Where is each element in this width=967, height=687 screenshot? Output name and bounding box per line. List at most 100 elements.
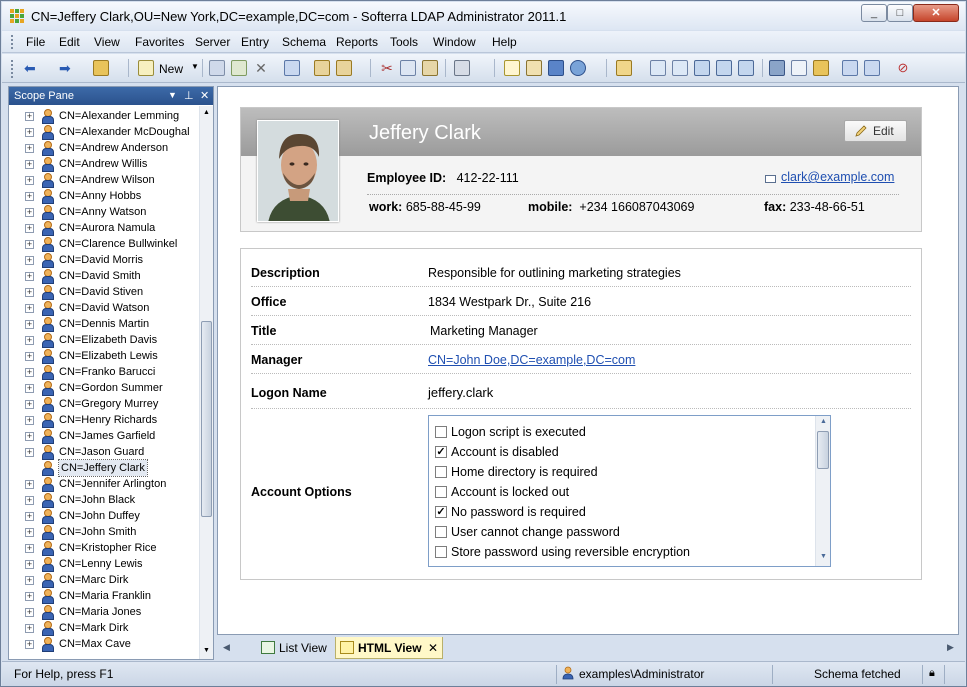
menu-edit[interactable]: Edit [59, 35, 80, 49]
find-icon[interactable] [791, 60, 807, 76]
expand-icon[interactable]: + [25, 288, 34, 297]
menu-favorites[interactable]: Favorites [135, 35, 184, 49]
expand-icon[interactable]: + [25, 624, 34, 633]
expand-icon[interactable]: + [25, 528, 34, 537]
pin-icon[interactable]: ⊥ [184, 89, 194, 102]
expand-icon[interactable]: + [25, 608, 34, 617]
tab-scroll-left-icon[interactable]: ◀ [223, 642, 230, 653]
schema-icon[interactable] [694, 60, 710, 76]
toolbar-grip[interactable] [11, 60, 14, 78]
scroll-thumb[interactable] [201, 321, 212, 517]
tree-item[interactable]: + CN=David Watson [9, 300, 199, 316]
back-icon[interactable]: ⬅ [24, 60, 40, 76]
option-checkbox[interactable] [435, 466, 447, 478]
minimize-button[interactable]: _ [861, 4, 887, 22]
expand-icon[interactable]: + [25, 400, 34, 409]
new-entry-icon[interactable] [504, 60, 520, 76]
tree-item[interactable]: + CN=Lenny Lewis [9, 556, 199, 572]
tree-item[interactable]: + CN=John Black [9, 492, 199, 508]
tree-item[interactable]: CN=Jeffery Clark [9, 459, 199, 477]
tree-item[interactable]: + CN=John Duffey [9, 508, 199, 524]
expand-icon[interactable]: + [25, 352, 34, 361]
manager-link[interactable]: CN=John Doe,DC=example,DC=com [428, 353, 635, 367]
expand-icon[interactable]: + [25, 224, 34, 233]
paste-icon[interactable] [422, 60, 438, 76]
tree-item[interactable]: + CN=Jennifer Arlington [9, 476, 199, 492]
expand-icon[interactable]: + [25, 640, 34, 649]
binoculars-icon[interactable] [769, 60, 785, 76]
compare-icon[interactable] [716, 60, 732, 76]
tab-scroll-right-icon[interactable]: ▶ [947, 642, 954, 653]
tree-item[interactable]: + CN=Henry Richards [9, 412, 199, 428]
tree-item[interactable]: + CN=Kristopher Rice [9, 540, 199, 556]
tree-item[interactable]: + CN=David Stiven [9, 284, 199, 300]
window-cascade-icon[interactable] [842, 60, 858, 76]
scroll-down-icon[interactable]: ▼ [203, 647, 210, 654]
delete-icon[interactable]: ✕ [253, 60, 269, 76]
settings-icon[interactable] [454, 60, 470, 76]
copy-dn-icon[interactable] [284, 60, 300, 76]
tree-item[interactable]: + CN=Gordon Summer [9, 380, 199, 396]
expand-icon[interactable]: + [25, 160, 34, 169]
option-checkbox[interactable]: ✓ [435, 446, 447, 458]
close-button[interactable]: ✕ [913, 4, 959, 22]
menu-tools[interactable]: Tools [390, 35, 418, 49]
tree-item[interactable]: + CN=David Morris [9, 252, 199, 268]
expand-icon[interactable]: + [25, 448, 34, 457]
tree-item[interactable]: + CN=Aurora Namula [9, 220, 199, 236]
expand-icon[interactable]: + [25, 592, 34, 601]
option-checkbox[interactable]: ✓ [435, 506, 447, 518]
scroll-up-icon[interactable]: ▲ [820, 418, 827, 425]
expand-icon[interactable]: + [25, 128, 34, 137]
tree-item[interactable]: + CN=Maria Franklin [9, 588, 199, 604]
tree-item[interactable]: + CN=Andrew Anderson [9, 140, 199, 156]
tree-item[interactable]: + CN=Gregory Murrey [9, 396, 199, 412]
menu-entry[interactable]: Entry [241, 35, 269, 49]
export-icon[interactable] [336, 60, 352, 76]
expand-icon[interactable]: + [25, 544, 34, 553]
expand-icon[interactable]: + [25, 432, 34, 441]
tree-item[interactable]: + CN=Dennis Martin [9, 316, 199, 332]
menu-reports[interactable]: Reports [336, 35, 378, 49]
expand-icon[interactable]: + [25, 240, 34, 249]
tree-item[interactable]: + CN=Anny Hobbs [9, 188, 199, 204]
forward-icon[interactable]: ➡ [59, 60, 75, 76]
account-options-list[interactable]: ▲ ▼ Logon script is executed ✓ Account is … [428, 415, 831, 567]
tree-item[interactable]: + CN=Andrew Wilson [9, 172, 199, 188]
expand-icon[interactable]: + [25, 560, 34, 569]
properties-icon[interactable] [209, 60, 225, 76]
tree-item[interactable]: + CN=Alexander Lemming [9, 108, 199, 124]
up-folder-icon[interactable] [93, 60, 109, 76]
expand-icon[interactable]: + [25, 480, 34, 489]
clear-icon[interactable]: ⊘ [895, 60, 911, 76]
expand-icon[interactable]: + [25, 112, 34, 121]
search-icon[interactable] [650, 60, 666, 76]
edit-entry-icon[interactable] [526, 60, 542, 76]
scope-scrollbar[interactable]: ▲ ▼ [199, 106, 213, 659]
scroll-thumb[interactable] [817, 431, 829, 469]
tree-item[interactable]: + CN=Alexander McDoughal [9, 124, 199, 140]
option-checkbox[interactable] [435, 526, 447, 538]
tree-item[interactable]: + CN=Mark Dirk [9, 620, 199, 636]
rename-icon[interactable] [231, 60, 247, 76]
expand-icon[interactable]: + [25, 576, 34, 585]
scroll-down-icon[interactable]: ▼ [820, 553, 827, 560]
options-scrollbar[interactable]: ▲ ▼ [815, 416, 830, 566]
user-icon[interactable] [570, 60, 586, 76]
refresh-icon[interactable] [738, 60, 754, 76]
scroll-up-icon[interactable]: ▲ [203, 109, 210, 116]
option-checkbox[interactable] [435, 426, 447, 438]
menu-schema[interactable]: Schema [282, 35, 326, 49]
expand-icon[interactable]: + [25, 192, 34, 201]
tab-list-view[interactable]: List View [257, 637, 335, 659]
cut-icon[interactable]: ✂ [379, 60, 395, 76]
copy-icon[interactable] [400, 60, 416, 76]
tree-item[interactable]: + CN=Elizabeth Lewis [9, 348, 199, 364]
option-checkbox[interactable] [435, 486, 447, 498]
tab-html-view[interactable]: HTML View ✕ [335, 637, 443, 659]
tree-item[interactable]: + CN=Jason Guard [9, 444, 199, 460]
expand-icon[interactable]: + [25, 304, 34, 313]
tree-item[interactable]: + CN=Max Cave [9, 636, 199, 652]
tree-item[interactable]: + CN=James Garfield [9, 428, 199, 444]
folder-icon[interactable] [616, 60, 632, 76]
